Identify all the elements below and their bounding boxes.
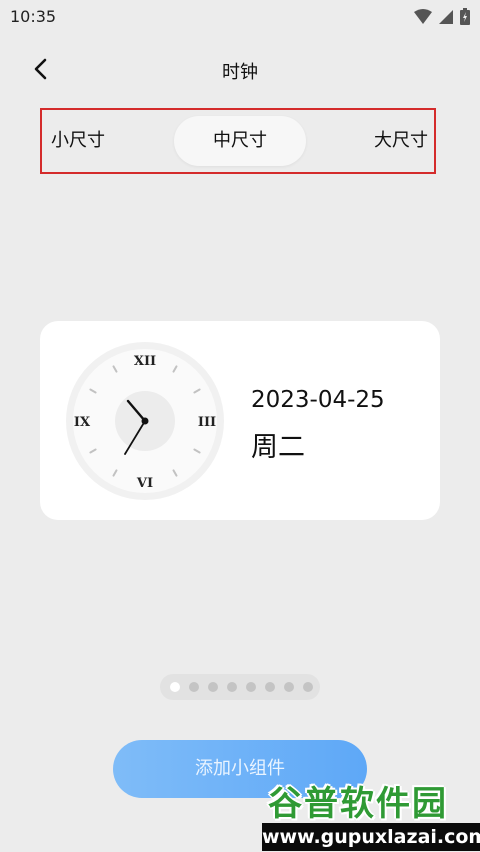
page-dot[interactable] xyxy=(170,682,180,692)
numeral-xii: XII xyxy=(134,354,156,369)
page-dot[interactable] xyxy=(227,682,237,692)
clock-pivot xyxy=(141,417,149,425)
signal-icon xyxy=(439,9,453,24)
tab-medium-size[interactable]: 中尺寸 xyxy=(174,116,306,166)
page-dot[interactable] xyxy=(284,682,294,692)
page-dot[interactable] xyxy=(246,682,256,692)
clock-widget-preview[interactable]: XII III VI IX 2023-04-25 周二 xyxy=(40,321,440,520)
tab-small-size[interactable]: 小尺寸 xyxy=(51,110,105,172)
wifi-icon xyxy=(414,8,432,24)
analog-clock: XII III VI IX xyxy=(66,342,224,500)
status-bar: 10:35 xyxy=(0,0,480,34)
page-dot[interactable] xyxy=(303,682,313,692)
size-tabs: 小尺寸 中尺寸 大尺寸 xyxy=(40,108,436,174)
watermark-title: 谷普软件园 xyxy=(268,784,448,824)
numeral-ix: IX xyxy=(74,415,91,430)
widget-weekday: 周二 xyxy=(251,432,305,463)
tab-large-size[interactable]: 大尺寸 xyxy=(374,110,428,172)
status-time: 10:35 xyxy=(10,7,57,26)
widget-date: 2023-04-25 xyxy=(251,387,385,413)
numeral-iii: III xyxy=(198,415,216,430)
numeral-vi: VI xyxy=(136,476,153,491)
page-title: 时钟 xyxy=(222,62,258,83)
watermark: 谷普软件园 www.gupuxlazai.com xyxy=(262,776,480,852)
battery-icon xyxy=(460,8,470,25)
page-dot[interactable] xyxy=(265,682,275,692)
watermark-url: www.gupuxlazai.com xyxy=(262,823,480,851)
page-dot[interactable] xyxy=(189,682,199,692)
status-icons xyxy=(414,8,470,25)
page-indicator xyxy=(160,674,320,700)
page-dot[interactable] xyxy=(208,682,218,692)
